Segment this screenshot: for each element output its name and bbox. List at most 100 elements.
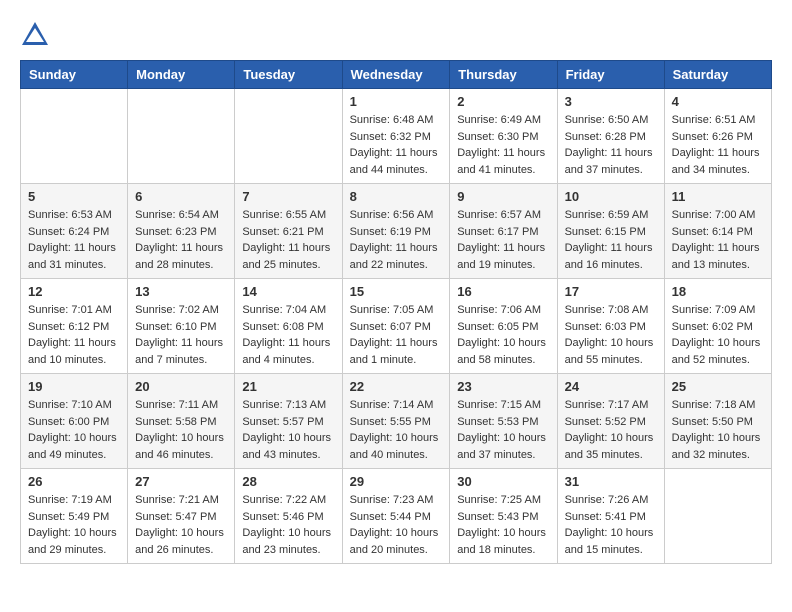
column-header-monday: Monday: [128, 61, 235, 89]
day-number: 31: [565, 474, 657, 489]
calendar-cell: [664, 469, 771, 564]
calendar-cell: 12 Sunrise: 7:01 AMSunset: 6:12 PMDaylig…: [21, 279, 128, 374]
day-info: Sunrise: 7:05 AMSunset: 6:07 PMDaylight:…: [350, 302, 443, 368]
calendar-cell: 3 Sunrise: 6:50 AMSunset: 6:28 PMDayligh…: [557, 89, 664, 184]
calendar-cell: 17 Sunrise: 7:08 AMSunset: 6:03 PMDaylig…: [557, 279, 664, 374]
day-number: 13: [135, 284, 227, 299]
day-number: 2: [457, 94, 549, 109]
day-number: 25: [672, 379, 764, 394]
day-number: 21: [242, 379, 334, 394]
calendar-cell: 14 Sunrise: 7:04 AMSunset: 6:08 PMDaylig…: [235, 279, 342, 374]
week-row-3: 12 Sunrise: 7:01 AMSunset: 6:12 PMDaylig…: [21, 279, 772, 374]
column-header-sunday: Sunday: [21, 61, 128, 89]
day-number: 7: [242, 189, 334, 204]
calendar-cell: 25 Sunrise: 7:18 AMSunset: 5:50 PMDaylig…: [664, 374, 771, 469]
calendar-cell: 21 Sunrise: 7:13 AMSunset: 5:57 PMDaylig…: [235, 374, 342, 469]
page-header: [20, 20, 772, 50]
day-number: 9: [457, 189, 549, 204]
day-number: 18: [672, 284, 764, 299]
calendar-cell: 15 Sunrise: 7:05 AMSunset: 6:07 PMDaylig…: [342, 279, 450, 374]
calendar-cell: 23 Sunrise: 7:15 AMSunset: 5:53 PMDaylig…: [450, 374, 557, 469]
day-info: Sunrise: 6:57 AMSunset: 6:17 PMDaylight:…: [457, 207, 549, 273]
day-info: Sunrise: 7:25 AMSunset: 5:43 PMDaylight:…: [457, 492, 549, 558]
calendar-cell: 10 Sunrise: 6:59 AMSunset: 6:15 PMDaylig…: [557, 184, 664, 279]
day-info: Sunrise: 6:48 AMSunset: 6:32 PMDaylight:…: [350, 112, 443, 178]
day-number: 16: [457, 284, 549, 299]
calendar-cell: 29 Sunrise: 7:23 AMSunset: 5:44 PMDaylig…: [342, 469, 450, 564]
calendar-cell: 6 Sunrise: 6:54 AMSunset: 6:23 PMDayligh…: [128, 184, 235, 279]
day-number: 26: [28, 474, 120, 489]
calendar-cell: 24 Sunrise: 7:17 AMSunset: 5:52 PMDaylig…: [557, 374, 664, 469]
calendar-cell: 4 Sunrise: 6:51 AMSunset: 6:26 PMDayligh…: [664, 89, 771, 184]
day-number: 23: [457, 379, 549, 394]
calendar-cell: 13 Sunrise: 7:02 AMSunset: 6:10 PMDaylig…: [128, 279, 235, 374]
day-number: 10: [565, 189, 657, 204]
calendar-cell: 5 Sunrise: 6:53 AMSunset: 6:24 PMDayligh…: [21, 184, 128, 279]
day-info: Sunrise: 6:59 AMSunset: 6:15 PMDaylight:…: [565, 207, 657, 273]
logo-icon: [20, 20, 50, 50]
day-number: 30: [457, 474, 549, 489]
day-info: Sunrise: 7:01 AMSunset: 6:12 PMDaylight:…: [28, 302, 120, 368]
day-info: Sunrise: 7:18 AMSunset: 5:50 PMDaylight:…: [672, 397, 764, 463]
day-number: 15: [350, 284, 443, 299]
column-header-wednesday: Wednesday: [342, 61, 450, 89]
day-info: Sunrise: 7:19 AMSunset: 5:49 PMDaylight:…: [28, 492, 120, 558]
day-info: Sunrise: 6:56 AMSunset: 6:19 PMDaylight:…: [350, 207, 443, 273]
day-number: 4: [672, 94, 764, 109]
day-info: Sunrise: 7:08 AMSunset: 6:03 PMDaylight:…: [565, 302, 657, 368]
day-info: Sunrise: 7:13 AMSunset: 5:57 PMDaylight:…: [242, 397, 334, 463]
calendar-cell: [235, 89, 342, 184]
calendar-cell: [21, 89, 128, 184]
day-number: 19: [28, 379, 120, 394]
calendar-table: SundayMondayTuesdayWednesdayThursdayFrid…: [20, 60, 772, 564]
column-header-tuesday: Tuesday: [235, 61, 342, 89]
calendar-cell: 30 Sunrise: 7:25 AMSunset: 5:43 PMDaylig…: [450, 469, 557, 564]
day-info: Sunrise: 7:11 AMSunset: 5:58 PMDaylight:…: [135, 397, 227, 463]
day-number: 24: [565, 379, 657, 394]
day-number: 3: [565, 94, 657, 109]
day-number: 17: [565, 284, 657, 299]
week-row-1: 1 Sunrise: 6:48 AMSunset: 6:32 PMDayligh…: [21, 89, 772, 184]
calendar-cell: 20 Sunrise: 7:11 AMSunset: 5:58 PMDaylig…: [128, 374, 235, 469]
day-info: Sunrise: 6:49 AMSunset: 6:30 PMDaylight:…: [457, 112, 549, 178]
calendar-cell: 2 Sunrise: 6:49 AMSunset: 6:30 PMDayligh…: [450, 89, 557, 184]
day-info: Sunrise: 6:53 AMSunset: 6:24 PMDaylight:…: [28, 207, 120, 273]
column-header-saturday: Saturday: [664, 61, 771, 89]
day-number: 29: [350, 474, 443, 489]
day-info: Sunrise: 7:14 AMSunset: 5:55 PMDaylight:…: [350, 397, 443, 463]
week-row-4: 19 Sunrise: 7:10 AMSunset: 6:00 PMDaylig…: [21, 374, 772, 469]
day-info: Sunrise: 7:10 AMSunset: 6:00 PMDaylight:…: [28, 397, 120, 463]
calendar-cell: 22 Sunrise: 7:14 AMSunset: 5:55 PMDaylig…: [342, 374, 450, 469]
day-info: Sunrise: 7:06 AMSunset: 6:05 PMDaylight:…: [457, 302, 549, 368]
day-number: 1: [350, 94, 443, 109]
day-number: 27: [135, 474, 227, 489]
day-info: Sunrise: 6:50 AMSunset: 6:28 PMDaylight:…: [565, 112, 657, 178]
calendar-cell: 18 Sunrise: 7:09 AMSunset: 6:02 PMDaylig…: [664, 279, 771, 374]
day-number: 6: [135, 189, 227, 204]
day-info: Sunrise: 7:22 AMSunset: 5:46 PMDaylight:…: [242, 492, 334, 558]
calendar-cell: 11 Sunrise: 7:00 AMSunset: 6:14 PMDaylig…: [664, 184, 771, 279]
calendar-cell: 19 Sunrise: 7:10 AMSunset: 6:00 PMDaylig…: [21, 374, 128, 469]
day-number: 8: [350, 189, 443, 204]
calendar-cell: 1 Sunrise: 6:48 AMSunset: 6:32 PMDayligh…: [342, 89, 450, 184]
day-info: Sunrise: 7:00 AMSunset: 6:14 PMDaylight:…: [672, 207, 764, 273]
calendar-cell: 28 Sunrise: 7:22 AMSunset: 5:46 PMDaylig…: [235, 469, 342, 564]
day-info: Sunrise: 7:04 AMSunset: 6:08 PMDaylight:…: [242, 302, 334, 368]
day-info: Sunrise: 6:54 AMSunset: 6:23 PMDaylight:…: [135, 207, 227, 273]
day-info: Sunrise: 7:26 AMSunset: 5:41 PMDaylight:…: [565, 492, 657, 558]
day-number: 11: [672, 189, 764, 204]
calendar-cell: 8 Sunrise: 6:56 AMSunset: 6:19 PMDayligh…: [342, 184, 450, 279]
column-header-thursday: Thursday: [450, 61, 557, 89]
day-number: 12: [28, 284, 120, 299]
day-info: Sunrise: 7:17 AMSunset: 5:52 PMDaylight:…: [565, 397, 657, 463]
day-number: 5: [28, 189, 120, 204]
week-row-5: 26 Sunrise: 7:19 AMSunset: 5:49 PMDaylig…: [21, 469, 772, 564]
calendar-cell: 16 Sunrise: 7:06 AMSunset: 6:05 PMDaylig…: [450, 279, 557, 374]
day-info: Sunrise: 6:55 AMSunset: 6:21 PMDaylight:…: [242, 207, 334, 273]
calendar-cell: 27 Sunrise: 7:21 AMSunset: 5:47 PMDaylig…: [128, 469, 235, 564]
day-info: Sunrise: 7:02 AMSunset: 6:10 PMDaylight:…: [135, 302, 227, 368]
column-header-friday: Friday: [557, 61, 664, 89]
day-number: 28: [242, 474, 334, 489]
calendar-header-row: SundayMondayTuesdayWednesdayThursdayFrid…: [21, 61, 772, 89]
day-info: Sunrise: 6:51 AMSunset: 6:26 PMDaylight:…: [672, 112, 764, 178]
